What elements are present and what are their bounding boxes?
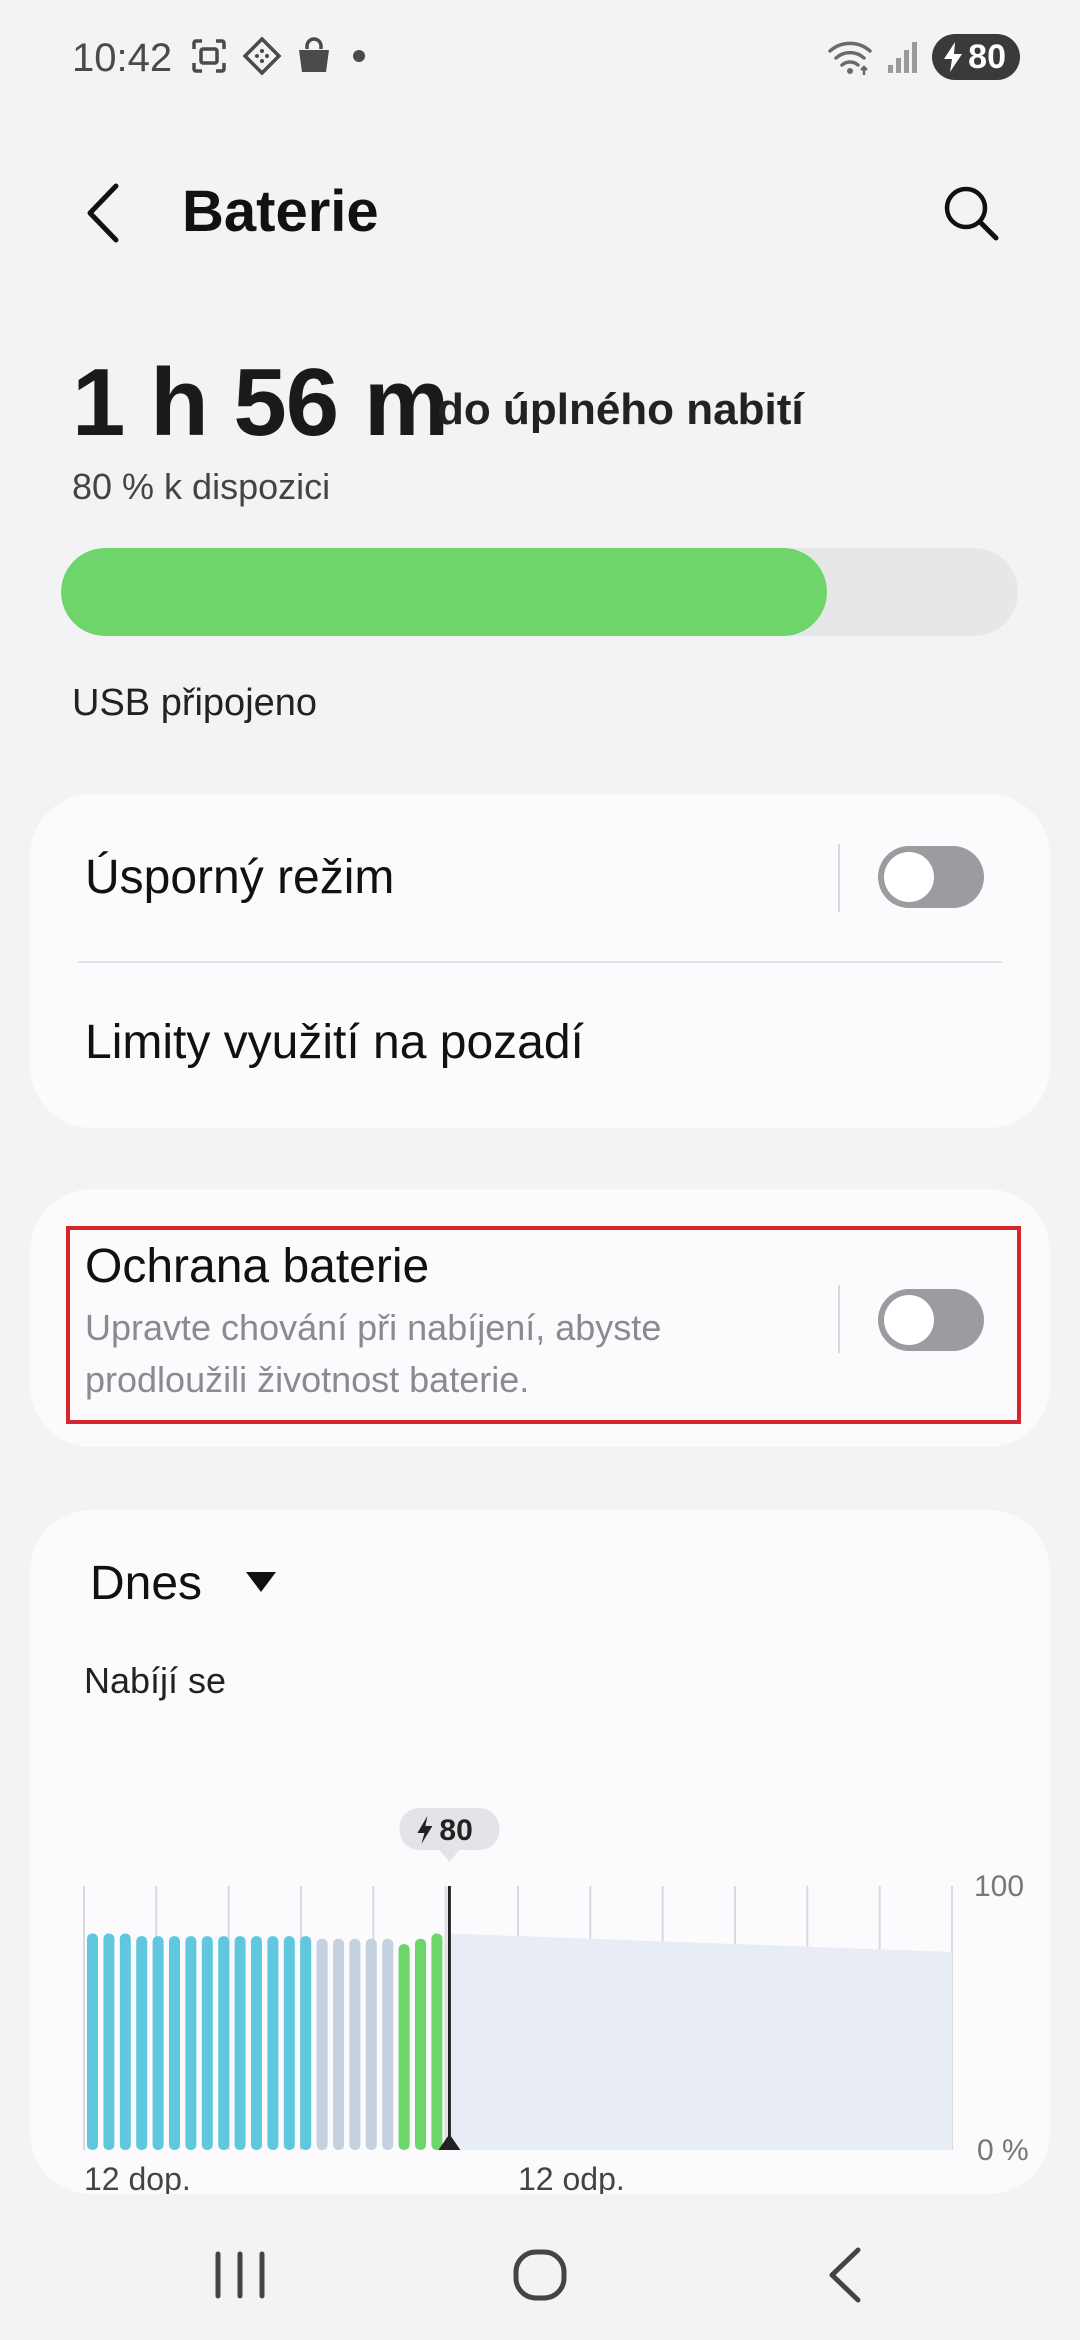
power-saving-toggle[interactable] <box>878 846 984 908</box>
battery-level-bar <box>61 548 1018 636</box>
battery-available: 80 % k dispozici <box>72 466 331 507</box>
chart-bar <box>316 1938 328 2150</box>
battery-level-fill <box>61 548 827 636</box>
chart-bar <box>398 1944 410 2150</box>
period-selector[interactable]: Dnes <box>90 1556 202 1611</box>
badge-tail <box>439 1850 460 1862</box>
current-level-badge: 80 <box>399 1808 500 1862</box>
battery-level: 80 <box>968 37 1006 76</box>
screenshot-icon <box>192 39 226 73</box>
chart-bar <box>349 1938 361 2150</box>
search-button[interactable] <box>936 178 1006 248</box>
chart-bar <box>251 1936 262 2150</box>
forecast-area <box>449 1933 952 2150</box>
wifi-icon <box>828 41 872 75</box>
chart-bars <box>87 1933 443 2150</box>
app-icon <box>242 36 282 76</box>
chart-bar <box>267 1936 279 2150</box>
page-title: Baterie <box>182 179 379 244</box>
back-button[interactable] <box>80 178 130 248</box>
x-axis-label-mid: 12 odp. <box>518 2161 625 2197</box>
connection-status: USB připojeno <box>72 682 318 724</box>
back-icon <box>829 2247 861 2303</box>
home-icon <box>513 2249 567 2301</box>
chart-bar <box>300 1936 312 2150</box>
chart-bar <box>152 1936 164 2150</box>
power-saving-label: Úsporný režim <box>85 851 395 904</box>
battery-indicator: 80 <box>932 34 1020 80</box>
back-chevron-icon <box>87 183 119 243</box>
chart-bar <box>201 1936 213 2150</box>
chart-bar <box>283 1936 295 2150</box>
charge-time-suffix: do úplného nabití <box>437 385 804 434</box>
chart-bar <box>382 1938 394 2150</box>
chart-bar <box>136 1936 148 2150</box>
power-saving-row[interactable]: Úsporný režim <box>30 794 1050 962</box>
chart-bar <box>119 1933 131 2150</box>
chart-bar <box>169 1936 180 2150</box>
x-axis-label-start: 12 dop. <box>84 2161 191 2197</box>
status-right: 80 <box>826 34 1020 80</box>
chart-bar <box>431 1933 443 2150</box>
chart-bar <box>87 1933 98 2150</box>
signal-icon <box>888 42 918 73</box>
nav-back-button[interactable] <box>806 2240 886 2310</box>
y-axis-max-label: 100 <box>974 1870 1024 1903</box>
chart-bar <box>218 1936 230 2150</box>
row-divider <box>838 844 840 912</box>
status-time: 10:42 <box>72 36 173 80</box>
y-axis-min-label: 0 % <box>977 2134 1029 2167</box>
background-limits-label: Limity využití na pozadí <box>85 1016 584 1069</box>
charging-bolt-icon <box>944 42 963 72</box>
search-icon <box>944 186 999 241</box>
recents-icon <box>215 2251 265 2299</box>
chart-bar <box>234 1936 246 2150</box>
background-limits-row[interactable]: Limity využití na pozadí <box>30 963 1050 1128</box>
recents-button[interactable] <box>200 2240 280 2310</box>
chart-bar <box>365 1938 377 2150</box>
home-button[interactable] <box>500 2240 580 2310</box>
battery-usage-chart: 80 100 0 % 12 dop. 12 odp. <box>83 1808 1029 2197</box>
charge-time-remaining: 1 h 56 m <box>72 349 449 456</box>
highlight-box <box>66 1226 1021 1424</box>
dot-icon <box>353 50 365 62</box>
current-level-value: 80 <box>439 1814 472 1847</box>
chart-bar <box>185 1936 197 2150</box>
chart-bar <box>103 1933 115 2150</box>
charging-status-label: Nabíjí se <box>84 1660 227 1701</box>
chart-bar <box>333 1938 344 2150</box>
status-icons <box>190 36 372 76</box>
toggle-knob <box>884 852 934 902</box>
shopping-bag-icon <box>299 37 329 72</box>
battery-settings-card: Úsporný režim Limity využití na pozadí <box>30 794 1050 1128</box>
chart-bar <box>415 1938 426 2150</box>
dropdown-arrow-icon[interactable] <box>244 1570 278 1594</box>
